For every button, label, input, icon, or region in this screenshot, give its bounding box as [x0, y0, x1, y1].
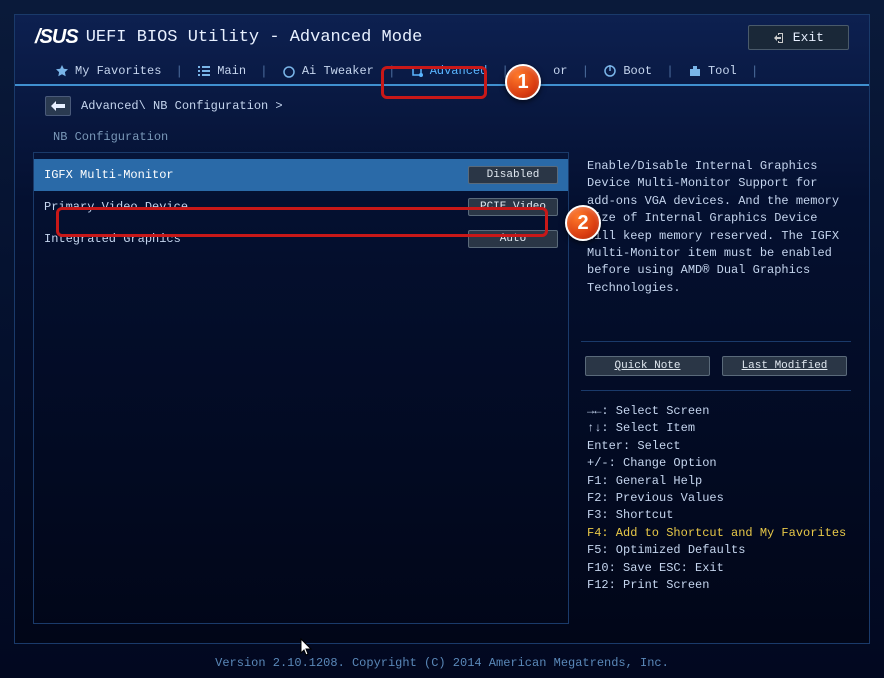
setting-integrated-graphics[interactable]: Integrated Graphics Auto [34, 223, 568, 255]
exit-icon [773, 32, 785, 44]
hotkey-line: F3: Shortcut [587, 507, 845, 524]
help-pane: Enable/Disable Internal Graphics Device … [581, 152, 851, 624]
toolbox-icon [688, 64, 702, 78]
setting-value[interactable]: PCIE Video [468, 198, 558, 216]
tab-separator: | [662, 64, 678, 79]
settings-pane: IGFX Multi-Monitor Disabled Primary Vide… [33, 152, 569, 624]
tab-label: Boot [623, 64, 652, 78]
exit-label: Exit [793, 30, 824, 45]
hotkey-line: F5: Optimized Defaults [587, 542, 845, 559]
hotkey-line: F1: General Help [587, 473, 845, 490]
hotkey-line: F12: Print Screen [587, 577, 845, 594]
setting-value[interactable]: Auto [468, 230, 558, 248]
tab-separator: | [256, 64, 272, 79]
tab-separator: | [578, 64, 594, 79]
quick-note-button[interactable]: Quick Note [585, 356, 710, 376]
tab-separator: | [747, 64, 763, 79]
tab-my-favorites[interactable]: My Favorites [45, 58, 171, 84]
hotkey-line: F2: Previous Values [587, 490, 845, 507]
setting-igfx-multi-monitor[interactable]: IGFX Multi-Monitor Disabled [34, 159, 568, 191]
sidebar-buttons: Quick Note Last Modified [581, 342, 851, 391]
tab-label: Advanced [430, 64, 488, 78]
annotation-callout-2: 2 [565, 205, 601, 241]
hotkey-line: Enter: Select [587, 438, 845, 455]
tab-advanced[interactable]: Advanced [400, 58, 498, 84]
tab-bar: My Favorites | Main | Ai Tweaker | Advan… [15, 56, 869, 86]
setting-label: Primary Video Device [44, 200, 468, 214]
hotkey-line-f4: F4: Add to Shortcut and My Favorites [587, 525, 845, 542]
asus-logo: /SUS [35, 26, 78, 49]
help-text: Enable/Disable Internal Graphics Device … [581, 152, 851, 342]
power-icon [603, 64, 617, 78]
section-title: NB Configuration [15, 122, 869, 152]
hotkey-line: →←: Select Screen [587, 403, 845, 420]
header-bar: /SUS UEFI BIOS Utility - Advanced Mode E… [15, 15, 869, 56]
annotation-callout-1: 1 [505, 64, 541, 100]
hotkeys-legend: →←: Select Screen ↑↓: Select Item Enter:… [581, 391, 851, 606]
last-modified-button[interactable]: Last Modified [722, 356, 847, 376]
hotkey-line: +/-: Change Option [587, 455, 845, 472]
tab-ai-tweaker[interactable]: Ai Tweaker [272, 58, 384, 84]
tab-boot[interactable]: Boot [593, 58, 662, 84]
back-button[interactable] [45, 96, 71, 116]
tab-separator: | [384, 64, 400, 79]
chip-icon [410, 64, 424, 78]
footer-copyright: Version 2.10.1208. Copyright (C) 2014 Am… [0, 656, 884, 670]
page-title: UEFI BIOS Utility - Advanced Mode [86, 28, 423, 47]
tab-label: Ai Tweaker [302, 64, 374, 78]
content-area: IGFX Multi-Monitor Disabled Primary Vide… [15, 152, 869, 642]
breadcrumb: Advanced\ NB Configuration > [81, 99, 283, 113]
bios-window: /SUS UEFI BIOS Utility - Advanced Mode E… [14, 14, 870, 644]
tab-tool[interactable]: Tool [678, 58, 747, 84]
gauge-icon [282, 64, 296, 78]
back-arrow-icon [51, 101, 65, 111]
hotkey-line: F10: Save ESC: Exit [587, 560, 845, 577]
star-icon [55, 64, 69, 78]
tab-main[interactable]: Main [187, 58, 256, 84]
tab-label: My Favorites [75, 64, 161, 78]
exit-button[interactable]: Exit [748, 25, 849, 50]
tab-label: Main [217, 64, 246, 78]
setting-label: Integrated Graphics [44, 232, 468, 246]
tab-label: Tool [708, 64, 737, 78]
setting-primary-video-device[interactable]: Primary Video Device PCIE Video [34, 191, 568, 223]
tab-label-partial: or [553, 64, 567, 78]
setting-label: IGFX Multi-Monitor [44, 168, 468, 182]
setting-value[interactable]: Disabled [468, 166, 558, 184]
list-icon [197, 64, 211, 78]
breadcrumb-row: Advanced\ NB Configuration > [15, 86, 869, 122]
tab-separator: | [171, 64, 187, 79]
hotkey-line: ↑↓: Select Item [587, 420, 845, 437]
